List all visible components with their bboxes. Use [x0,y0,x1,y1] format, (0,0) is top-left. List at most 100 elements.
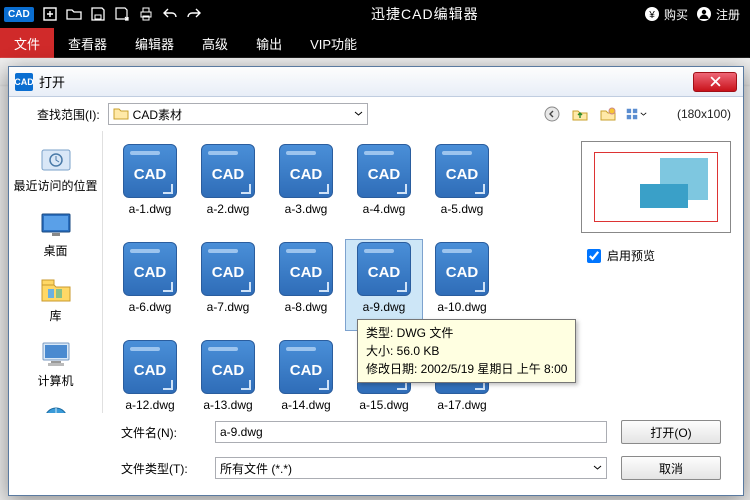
cad-file-icon: CAD [123,242,177,296]
menu-tab-4[interactable]: 输出 [242,28,296,58]
dialog-titlebar: CAD 打开 [9,67,743,97]
place-computer[interactable]: 计算机 [14,334,98,393]
menu-tab-0[interactable]: 文件 [0,28,54,58]
file-name: a-15.dwg [359,398,408,412]
cad-file-icon: CAD [201,144,255,198]
libraries-icon [36,273,76,305]
cad-file-icon: CAD [357,144,411,198]
filename-input[interactable] [215,421,607,443]
file-item[interactable]: CAD a-13.dwg [189,337,267,413]
file-tooltip: 类型: DWG 文件 大小: 56.0 KB 修改日期: 2002/5/19 星… [357,319,576,383]
cad-file-icon: CAD [357,242,411,296]
tooltip-date: 修改日期: 2002/5/19 星期日 上午 8:00 [366,360,567,378]
cancel-button[interactable]: 取消 [621,456,721,480]
buy-button[interactable]: ¥ 购买 [644,6,688,23]
file-item[interactable]: CADa-2.dwg [189,141,267,233]
file-item[interactable]: CADa-5.dwg [423,141,501,233]
cad-file-icon: CAD [279,144,333,198]
save-icon[interactable] [86,3,110,25]
place-libraries[interactable]: 库 [14,269,98,328]
cad-file-icon: CAD [435,242,489,296]
register-button[interactable]: 注册 [696,6,740,23]
chevron-down-icon [593,461,602,475]
file-grid: CADa-1.dwgCADa-2.dwgCADa-3.dwgCADa-4.dwg… [103,131,573,413]
file-name: a-12.dwg [125,398,174,412]
file-name: a-7.dwg [207,300,250,314]
close-button[interactable] [693,72,737,92]
file-name: a-1.dwg [129,202,172,216]
file-item[interactable]: CAD a-7.dwg [189,239,267,331]
chevron-down-icon [640,106,647,122]
menu-tab-3[interactable]: 高级 [188,28,242,58]
computer-icon [36,338,76,370]
open-dialog: CAD 打开 查找范围(I): CAD素材 (180x100) 最近访问的位置桌… [8,66,744,496]
place-recent[interactable]: 最近访问的位置 [14,139,98,198]
dialog-bottom: 文件名(N): 打开(O) 文件类型(T): 所有文件 (*.*) 取消 [9,413,743,495]
up-button[interactable] [569,103,591,125]
folder-combo[interactable]: CAD素材 [108,103,368,125]
chevron-down-icon [354,107,363,121]
undo-icon[interactable] [158,3,182,25]
lookin-label: 查找范围(I): [37,106,100,123]
new-folder-icon [600,106,616,122]
cad-file-icon: CAD [123,340,177,394]
cad-file-icon: CAD [279,340,333,394]
file-name: a-13.dwg [203,398,252,412]
menu-tab-2[interactable]: 编辑器 [121,28,188,58]
redo-icon[interactable] [182,3,206,25]
file-item[interactable]: CAD a-4.dwg [345,141,423,233]
enable-preview-label: 启用预览 [607,247,655,264]
file-name: a-4.dwg [363,202,406,216]
menu-tab-5[interactable]: VIP功能 [296,28,371,58]
file-item[interactable]: CADa-10.dwg [423,239,501,331]
file-item[interactable]: CAD a-12.dwg [111,337,189,413]
open-file-icon[interactable] [62,3,86,25]
preview-panel: 启用预览 [573,131,743,413]
app-title: 迅捷CAD编辑器 [206,4,644,24]
folder-icon [113,106,129,123]
place-desktop[interactable]: 桌面 [14,204,98,263]
cad-file-icon: CAD [201,340,255,394]
filetype-value: 所有文件 (*.*) [220,460,292,477]
file-item[interactable]: CADa-14.dwg [267,337,345,413]
place-label: 桌面 [43,242,67,259]
cancel-button-label: 取消 [659,460,683,477]
save-as-icon[interactable] [110,3,134,25]
filename-label: 文件名(N): [121,424,201,441]
tooltip-size: 大小: 56.0 KB [366,342,567,360]
file-item[interactable]: CAD a-3.dwg [267,141,345,233]
view-button[interactable] [625,103,647,125]
filetype-label: 文件类型(T): [121,460,201,477]
file-item[interactable]: CADa-6.dwg [111,239,189,331]
file-name: a-5.dwg [441,202,484,216]
menu-tab-1[interactable]: 查看器 [54,28,121,58]
new-file-icon[interactable] [38,3,62,25]
svg-text:¥: ¥ [648,10,655,21]
file-name: a-8.dwg [285,300,328,314]
place-label: 最近访问的位置 [14,177,98,194]
enable-preview-input[interactable] [587,249,601,263]
cad-file-icon: CAD [201,242,255,296]
register-label: 注册 [716,6,740,23]
file-name: a-3.dwg [285,202,328,216]
places-sidebar: 最近访问的位置桌面库计算机网络 [9,131,103,413]
enable-preview-checkbox[interactable]: 启用预览 [587,247,655,264]
preview-dimensions: (180x100) [677,107,731,121]
dialog-title-text: 打开 [39,72,65,91]
app-titlebar: CAD 迅捷CAD编辑器 ¥ 购买 注册 [0,0,750,28]
desktop-icon [36,208,76,240]
preview-thumbnail [581,141,731,233]
file-item[interactable]: CAD a-1.dwg [111,141,189,233]
filetype-combo[interactable]: 所有文件 (*.*) [215,457,607,479]
print-icon[interactable] [134,3,158,25]
new-folder-button[interactable] [597,103,619,125]
place-network[interactable]: 网络 [14,399,98,413]
currency-icon: ¥ [644,6,660,22]
cad-file-icon: CAD [123,144,177,198]
file-item[interactable]: CADa-9.dwg [345,239,423,331]
recent-icon [36,143,76,175]
file-item[interactable]: CADa-8.dwg [267,239,345,331]
open-button[interactable]: 打开(O) [621,420,721,444]
place-label: 库 [49,307,61,324]
back-button[interactable] [541,103,563,125]
